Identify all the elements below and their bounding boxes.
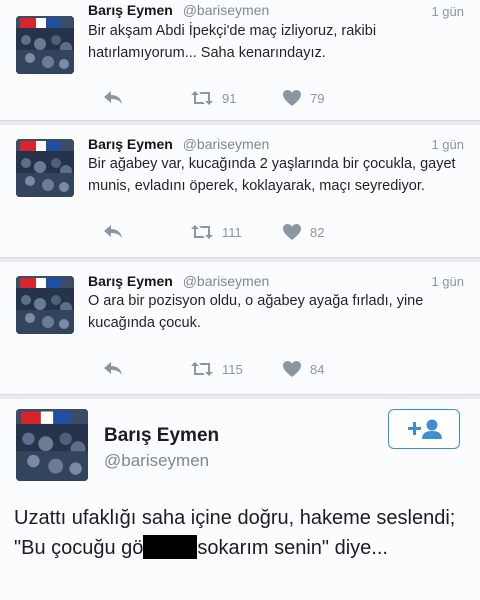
timestamp[interactable]: 1 gün xyxy=(431,137,464,152)
author-name[interactable]: Barış Eymen xyxy=(88,2,173,18)
author-handle[interactable]: @bariseymen xyxy=(183,273,270,289)
retweet-count: 91 xyxy=(222,90,237,106)
heart-icon xyxy=(283,90,301,106)
tweet-text: O ara bir pozisyon oldu, o ağabey ayağa … xyxy=(88,293,424,331)
tweet-text: Uzattı ufaklığı saha içine doğru, hakeme… xyxy=(14,503,470,563)
avatar[interactable] xyxy=(16,409,88,481)
heart-icon xyxy=(283,361,301,377)
censor-bar xyxy=(143,535,198,559)
tweet-card[interactable]: Barış Eymen @bariseymen 1 gün Bir akşam … xyxy=(0,0,480,121)
reply-button[interactable] xyxy=(102,220,124,244)
retweet-count: 111 xyxy=(222,224,242,240)
tweet-header: Barış Eymen @bariseymen xyxy=(88,2,269,18)
like-button[interactable]: 84 xyxy=(282,357,324,381)
retweet-button[interactable]: 111 xyxy=(190,220,242,244)
avatar[interactable] xyxy=(16,276,74,334)
retweet-count: 115 xyxy=(222,361,243,377)
timestamp[interactable]: 1 gün xyxy=(431,274,464,289)
tweet-text-part-2: sokarım senin" diye... xyxy=(197,537,388,559)
avatar[interactable] xyxy=(16,16,74,74)
tweet-header: Barış Eymen @bariseymen xyxy=(88,273,269,289)
tweet-actions: 91 79 xyxy=(102,86,342,110)
reply-arrow-icon xyxy=(104,225,122,238)
reply-button[interactable] xyxy=(102,357,124,381)
author-handle[interactable]: @bariseymen xyxy=(183,136,270,152)
retweet-icon xyxy=(191,362,213,376)
tweet-header: Barış Eymen @bariseymen xyxy=(88,136,269,152)
like-button[interactable]: 82 xyxy=(282,220,324,244)
author-handle[interactable]: @bariseymen xyxy=(104,451,209,471)
timestamp[interactable]: 1 gün xyxy=(431,4,464,19)
tweet-card[interactable]: Barış Eymen @bariseymen 1 gün Bir ağabey… xyxy=(0,125,480,258)
author-name[interactable]: Barış Eymen xyxy=(88,136,173,152)
like-count: 84 xyxy=(310,361,325,377)
tweet-actions: 111 82 xyxy=(102,220,342,244)
retweet-button[interactable]: 91 xyxy=(190,86,236,110)
follow-button[interactable] xyxy=(388,409,460,449)
reply-button[interactable] xyxy=(102,86,124,110)
follow-person-plus-icon xyxy=(408,419,442,439)
retweet-icon xyxy=(191,91,213,105)
featured-tweet[interactable]: Barış Eymen @bariseymen Uzattı ufaklığı … xyxy=(0,399,480,600)
heart-icon xyxy=(283,224,301,240)
like-button[interactable]: 79 xyxy=(282,86,324,110)
tweet-actions: 115 84 xyxy=(102,357,342,381)
reply-arrow-icon xyxy=(104,362,122,375)
reply-arrow-icon xyxy=(104,91,122,104)
retweet-button[interactable]: 115 xyxy=(190,357,243,381)
author-name[interactable]: Barış Eymen xyxy=(104,425,219,447)
author-handle[interactable]: @bariseymen xyxy=(183,2,270,18)
tweet-text: Bir akşam Abdi İpekçi'de maç izliyoruz, … xyxy=(88,23,377,61)
tweet-card[interactable]: Barış Eymen @bariseymen 1 gün O ara bir … xyxy=(0,262,480,395)
retweet-icon xyxy=(191,225,213,239)
author-name[interactable]: Barış Eymen xyxy=(88,273,173,289)
avatar[interactable] xyxy=(16,139,74,197)
like-count: 79 xyxy=(310,90,325,106)
like-count: 82 xyxy=(310,224,325,240)
tweet-text: Bir ağabey var, kucağında 2 yaşlarında b… xyxy=(88,156,456,194)
